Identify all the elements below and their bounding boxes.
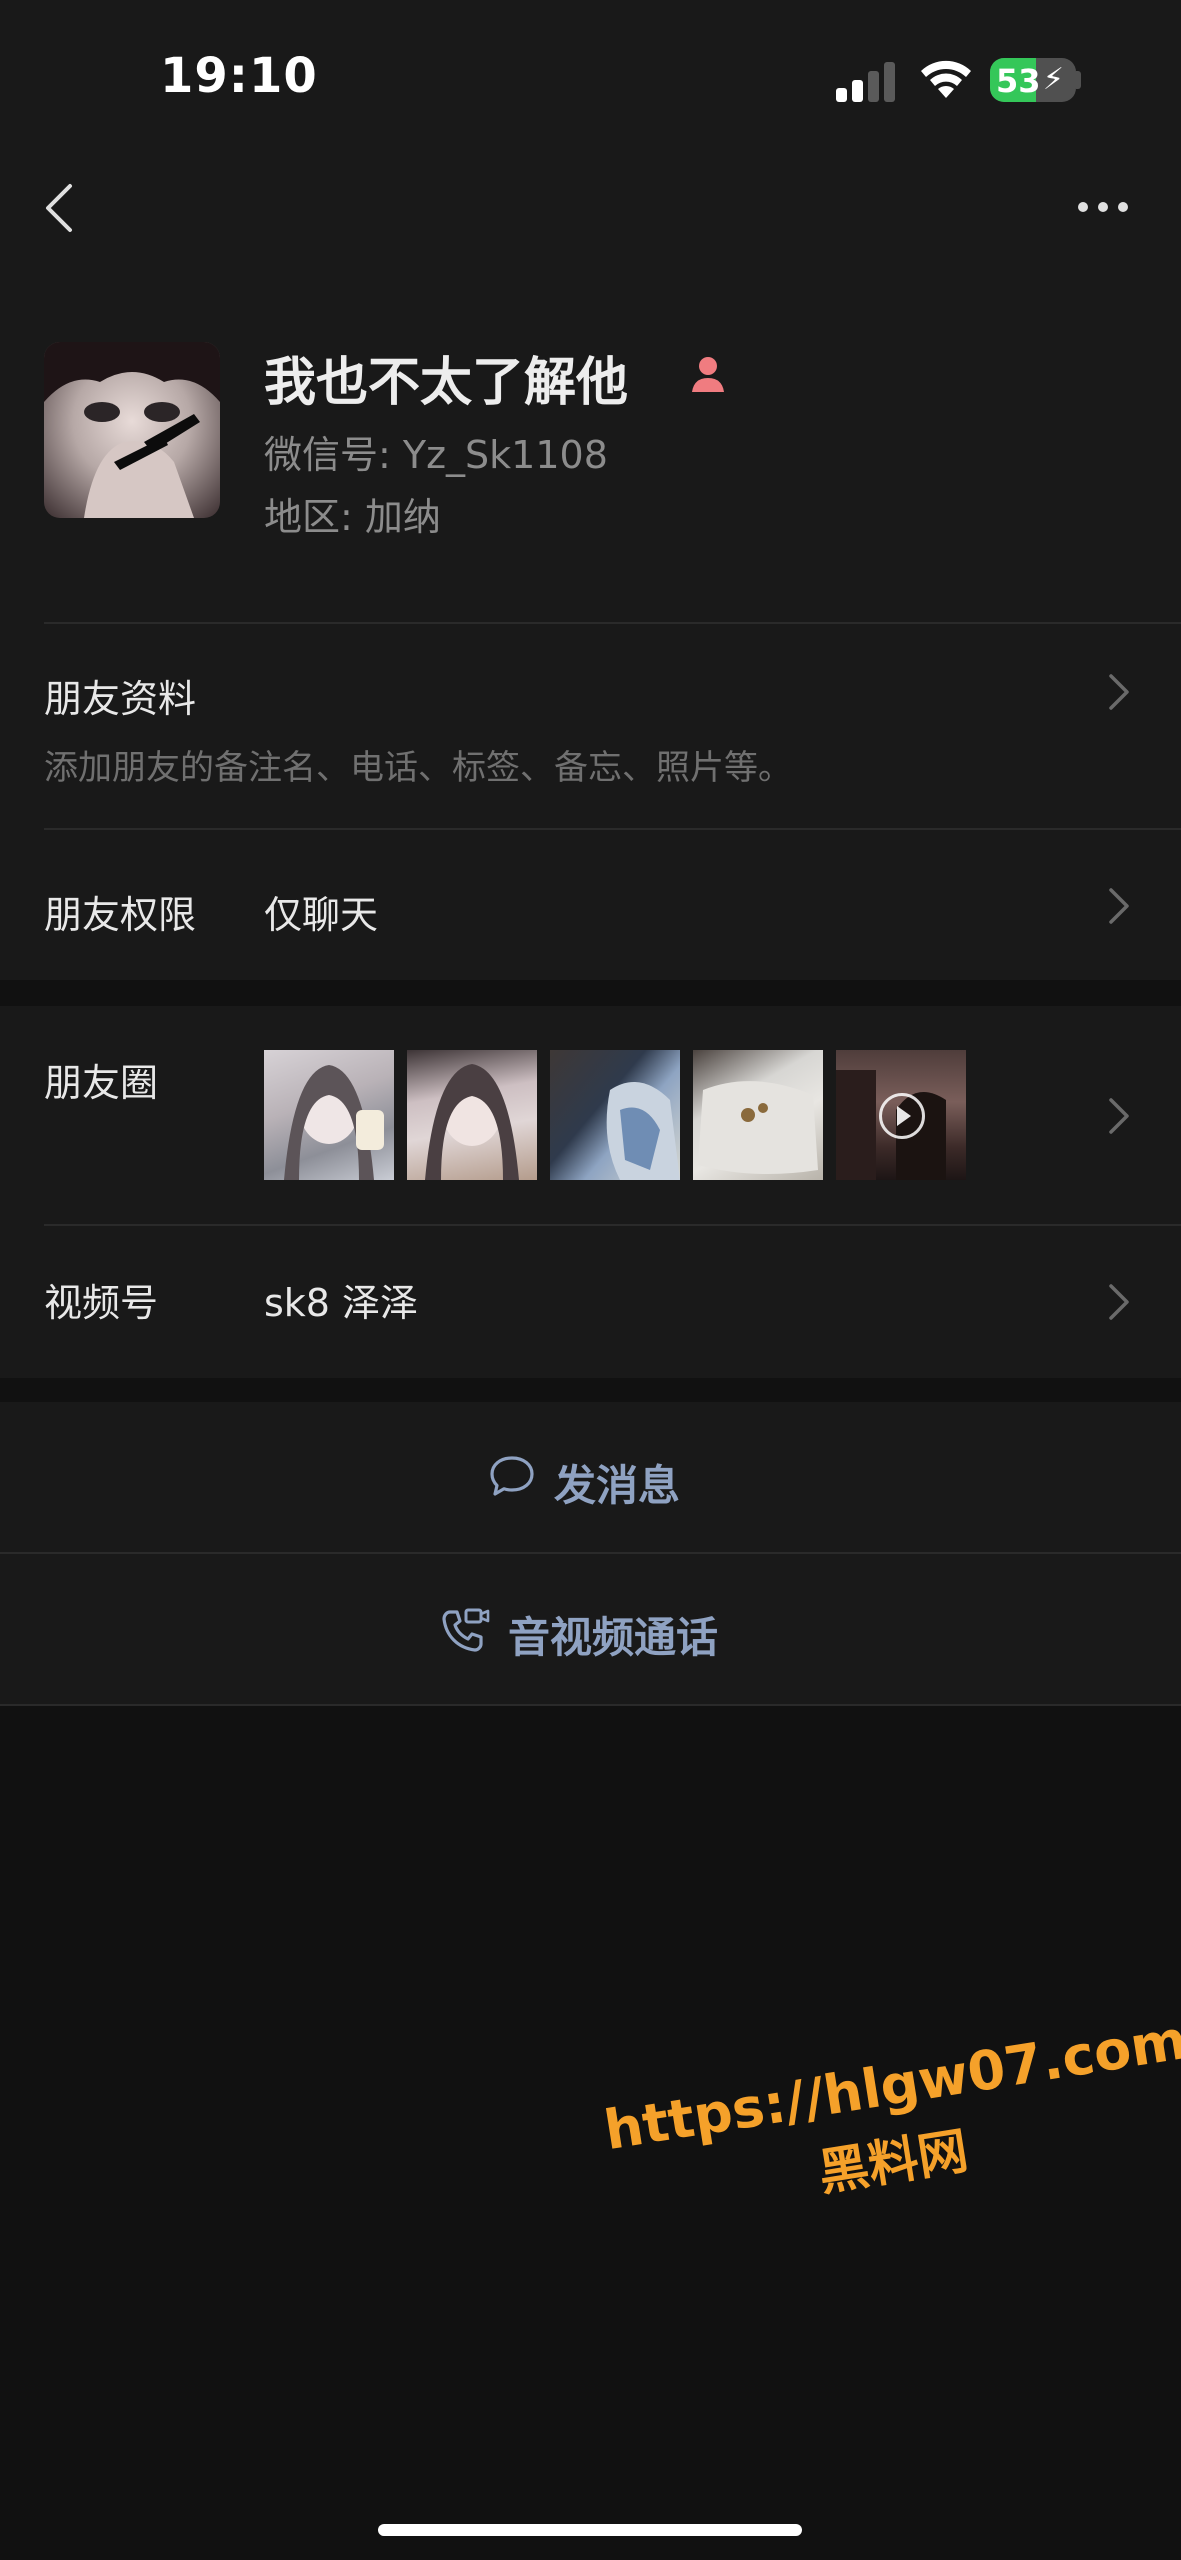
- avatar[interactable]: [44, 342, 220, 518]
- profile-name: 我也不太了解他: [264, 353, 629, 413]
- region: 地区: 加纳: [264, 495, 441, 539]
- female-icon: [692, 357, 724, 392]
- moments-thumbnail: [264, 1050, 394, 1180]
- wechat-id: 微信号: Yz_Sk1108: [264, 433, 608, 477]
- charging-bolt-icon: ⚡: [1042, 62, 1064, 97]
- section-gap: [0, 1378, 1181, 1402]
- chevron-right-icon: [1109, 1098, 1129, 1134]
- battery-tip: [1076, 71, 1081, 89]
- section-gap: [0, 982, 1181, 1006]
- friend-permission-value: 仅聊天: [264, 893, 379, 937]
- channels-title: 视频号: [44, 1281, 159, 1325]
- friend-permission-title: 朋友权限: [44, 893, 197, 937]
- ellipsis-icon[interactable]: [1076, 192, 1130, 222]
- send-message-button[interactable]: 发消息: [0, 1402, 1181, 1552]
- moments-thumbnail: [693, 1050, 823, 1180]
- chevron-left-icon[interactable]: [40, 180, 80, 236]
- chevron-right-icon: [1109, 1284, 1129, 1320]
- moments-thumbnail: [407, 1050, 537, 1180]
- play-icon: [879, 1093, 925, 1139]
- friend-info-subtitle: 添加朋友的备注名、电话、标签、备忘、照片等。: [44, 748, 792, 788]
- battery-icon: 53 ⚡: [990, 58, 1076, 102]
- wifi-icon: [921, 60, 971, 98]
- moments-title: 朋友圈: [44, 1061, 159, 1105]
- voice-video-call-button[interactable]: 音视频通话: [0, 1554, 1181, 1704]
- chevron-right-icon: [1109, 888, 1129, 924]
- moments-thumbnail: [550, 1050, 680, 1180]
- chevron-right-icon: [1109, 674, 1129, 710]
- watermark: https://hlgw07.com 黑料网: [600, 2008, 1181, 2237]
- battery-level: 53: [996, 62, 1041, 100]
- friend-info-title: 朋友资料: [44, 677, 197, 721]
- avatar-image: [44, 342, 220, 518]
- cellular-signal-icon: [836, 62, 895, 102]
- send-message-label: 发消息: [554, 1461, 681, 1510]
- channels-value: sk8 泽泽: [264, 1281, 419, 1325]
- moments-video-thumbnail: [836, 1050, 966, 1180]
- voice-video-call-label: 音视频通话: [508, 1613, 719, 1662]
- channels-row[interactable]: [0, 1226, 1181, 1378]
- status-time: 19:10: [160, 48, 318, 104]
- divider: [0, 1704, 1181, 1706]
- phone-video-icon: [442, 1608, 490, 1652]
- status-bar: 19:10 53 ⚡: [0, 0, 1181, 160]
- chat-bubble-icon: [490, 1456, 534, 1496]
- home-indicator[interactable]: [378, 2524, 802, 2536]
- friend-info-row[interactable]: [0, 624, 1181, 828]
